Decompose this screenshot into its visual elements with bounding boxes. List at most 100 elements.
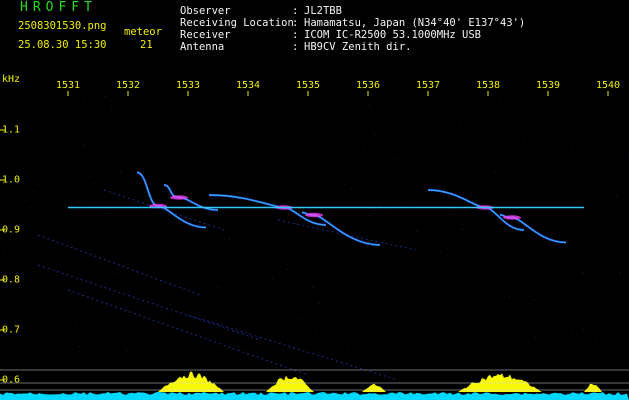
noise-dot [360,249,361,251]
noise-dot [557,352,559,354]
noise-dot [559,103,561,105]
noise-dot [583,108,585,110]
noise-dot [521,362,523,364]
noise-dot [289,347,291,349]
meteor-echo [301,211,381,247]
faint-trail [37,264,261,341]
noise-dot [276,115,278,117]
noise-dot [88,175,90,177]
noise-dot [415,331,417,333]
noise-dot [596,338,598,340]
noise-dot [185,366,187,368]
noise-dot [93,140,95,142]
noise-dot [213,123,215,125]
x-tick-label: 1532 [115,80,141,91]
noise-dot [3,252,5,254]
activity-burst [266,375,314,392]
noise-dot [522,143,524,145]
noise-dot [498,99,500,101]
noise-dot [623,349,625,351]
meteor-echo-peak [170,195,188,200]
noise-dot [393,364,395,366]
noise-dot [83,144,85,146]
noise-dot [286,269,288,270]
noise-dot [400,273,402,275]
noise-dot [8,161,10,163]
noise-dot [285,144,287,146]
noise-dot [270,345,272,347]
noise-dot [413,332,415,334]
info-separator: : [292,29,299,41]
noise-dot [603,285,604,287]
noise-dot [614,362,616,364]
noise-dot [287,245,288,247]
noise-dot [337,321,339,322]
noise-dot [397,134,399,136]
noise-dot [237,345,239,347]
noise-dot [525,298,527,300]
noise-dot [142,248,144,250]
noise-dot [292,163,294,165]
noise-dot [581,204,583,206]
noise-dot [296,240,298,242]
noise-dot [300,318,302,319]
noise-dot [461,348,463,350]
noise-dot [207,102,209,104]
activity-burst [158,371,224,392]
noise-dot [617,220,619,222]
noise-dot [440,303,441,304]
y-tick-label: 0.9 [2,224,21,236]
noise-dot [490,283,492,285]
noise-dot [173,348,175,349]
noise-dot [534,103,536,105]
noise-dot [374,134,376,135]
noise-dot [348,101,350,103]
noise-dot [328,155,329,157]
info-label: Receiver [180,29,231,41]
noise-dot [129,287,131,289]
noise-dot [262,242,264,244]
noise-dot [35,164,37,166]
activity-burst [362,383,386,392]
noise-dot [97,257,99,259]
noise-dot [145,233,147,235]
noise-dot [374,287,376,289]
noise-dot [443,320,445,322]
noise-dot [53,189,55,191]
meteor-echo-core [427,189,525,231]
noise-dot [282,203,284,205]
noise-dot [173,254,175,256]
noise-dot [246,189,248,191]
noise-dot [468,142,470,143]
noise-dot [237,239,239,241]
noise-dot [51,134,53,136]
noise-dot [368,215,370,216]
noise-dot [484,293,486,294]
noise-dot [417,310,418,312]
noise-dot [117,272,119,274]
noise-dot [119,271,121,273]
noise-dot [522,258,524,260]
noise-dot [350,249,351,251]
noise-dot [250,168,252,170]
noise-dot [403,124,405,126]
noise-dot [613,143,614,145]
noise-dot [291,137,293,139]
noise-dot [317,301,319,303]
faint-trail-layer [37,189,417,381]
noise-dot [448,213,450,215]
noise-dot [254,155,256,157]
noise-dot [344,184,346,186]
noise-dot [135,202,137,203]
noise-dot [518,306,520,308]
noise-dot [383,199,385,201]
noise-dot [114,141,116,143]
noise-dot [239,119,241,121]
noise-dot [497,132,499,134]
capture-datetime: 25.08.30 15:30 [18,39,107,51]
noise-dot [15,188,17,190]
noise-dot [312,278,314,279]
noise-dot [232,294,234,296]
noise-dot [625,103,627,105]
noise-dot [332,209,334,211]
